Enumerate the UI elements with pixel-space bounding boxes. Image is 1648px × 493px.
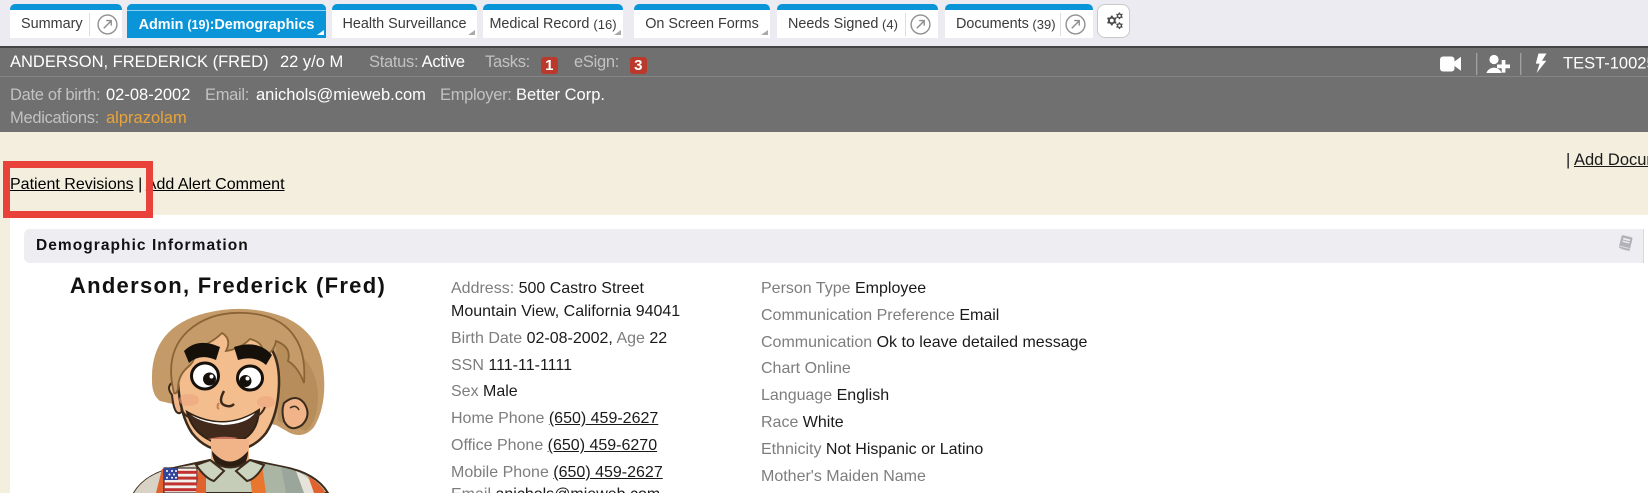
svg-text:TEST-10025: TEST-10025 — [1563, 55, 1648, 73]
